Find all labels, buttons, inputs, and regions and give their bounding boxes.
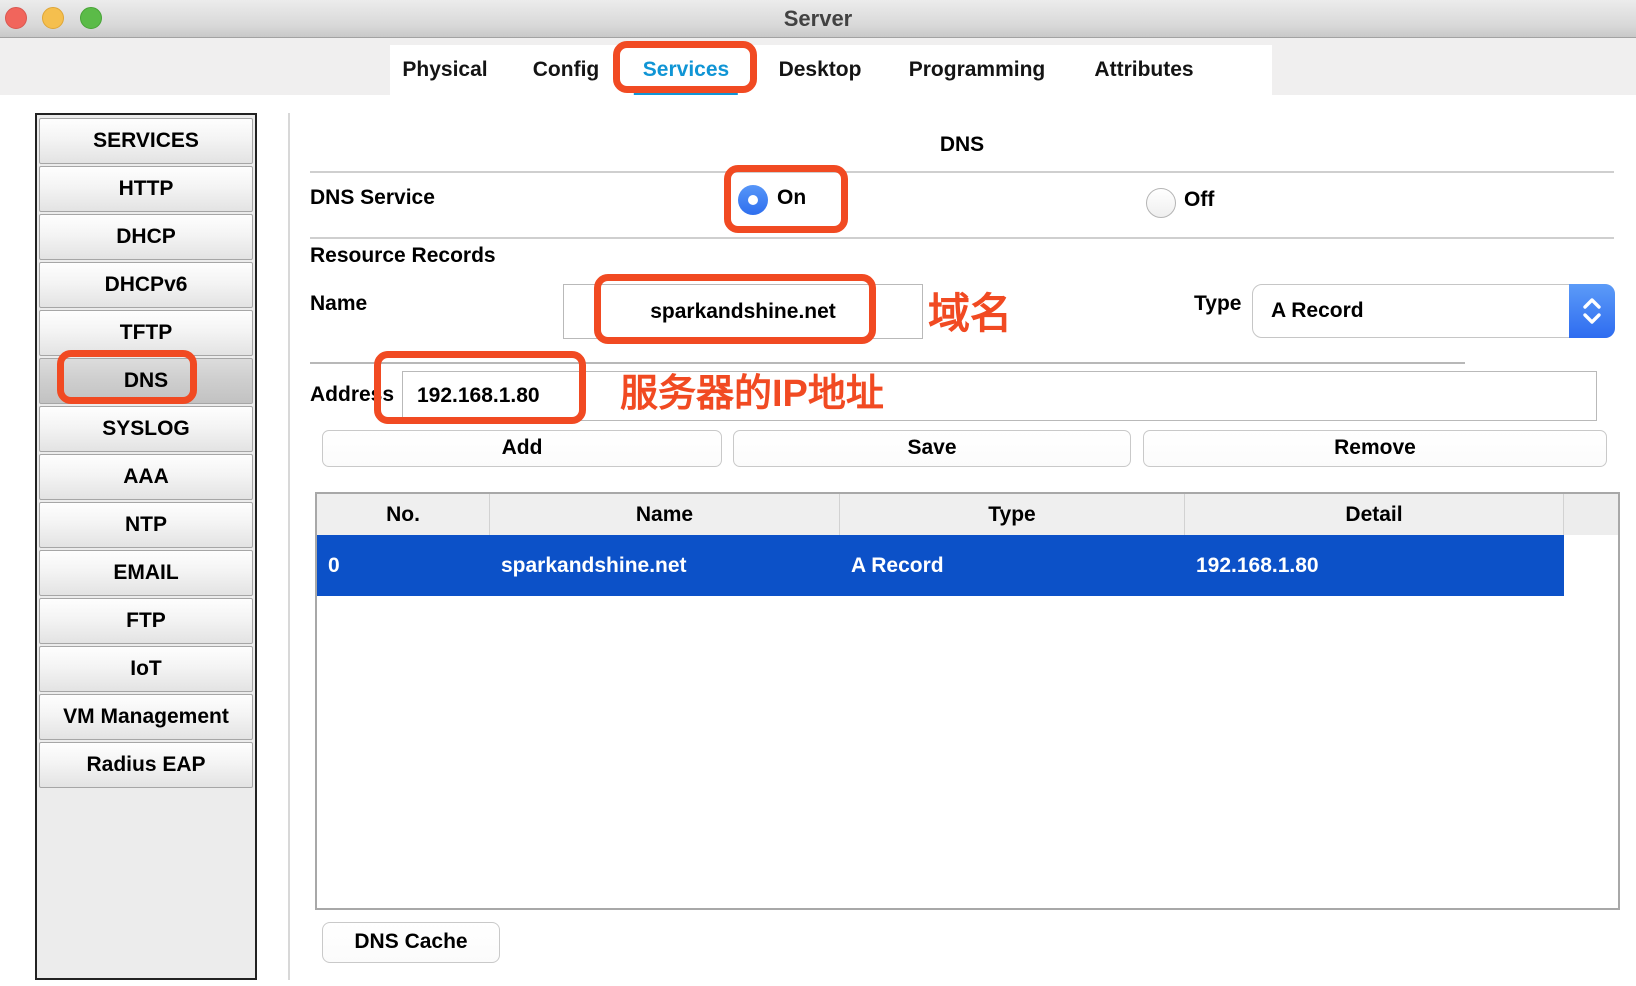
resource-records-label: Resource Records: [310, 244, 496, 268]
dns-service-off-label: Off: [1184, 188, 1214, 212]
table-row[interactable]: 0sparkandshine.netA Record192.168.1.80: [317, 535, 1618, 596]
remove-button[interactable]: Remove: [1143, 430, 1607, 467]
select-stepper-cap: [1569, 284, 1615, 338]
dns-cache-button[interactable]: DNS Cache: [322, 922, 500, 963]
radio-dot: [748, 195, 758, 205]
row-cell-type[interactable]: A Record: [840, 535, 1185, 596]
dns-service-label: DNS Service: [310, 186, 435, 210]
add-button[interactable]: Add: [322, 430, 722, 467]
column-header-no[interactable]: No.: [317, 494, 490, 535]
divider-line: [310, 171, 1614, 173]
resource-records-table: No.NameTypeDetail 0sparkandshine.netA Re…: [315, 492, 1620, 910]
tab-attributes[interactable]: Attributes: [1094, 45, 1193, 95]
dns-service-on-radio[interactable]: [738, 185, 768, 215]
sidebar-item-email[interactable]: EMAIL: [39, 550, 253, 596]
dns-service-on-label: On: [777, 186, 806, 210]
dns-service-off-radio[interactable]: [1146, 188, 1176, 218]
sidebar-item-ntp[interactable]: NTP: [39, 502, 253, 548]
type-label: Type: [1194, 292, 1241, 316]
sidebar-item-tftp[interactable]: TFTP: [39, 310, 253, 356]
row-cell-no[interactable]: 0: [317, 535, 490, 596]
sidebar-item-iot[interactable]: IoT: [39, 646, 253, 692]
row-cell-detail[interactable]: 192.168.1.80: [1185, 535, 1564, 596]
sidebar-item-syslog[interactable]: SYSLOG: [39, 406, 253, 452]
row-cell-name[interactable]: sparkandshine.net: [490, 535, 840, 596]
sidebar-item-dhcpv6[interactable]: DHCPv6: [39, 262, 253, 308]
title-bar: Server: [0, 0, 1636, 38]
address-label: Address: [310, 383, 394, 407]
tab-physical[interactable]: Physical: [402, 45, 487, 95]
dns-panel-heading: DNS: [310, 133, 1614, 157]
panel-divider: [288, 113, 290, 980]
sidebar-item-radius-eap[interactable]: Radius EAP: [39, 742, 253, 788]
sidebar-item-dhcp[interactable]: DHCP: [39, 214, 253, 260]
address-input[interactable]: 192.168.1.80: [402, 371, 1597, 421]
column-header-type[interactable]: Type: [840, 494, 1185, 535]
sidebar-item-dns[interactable]: DNS: [39, 358, 253, 404]
sidebar-item-http[interactable]: HTTP: [39, 166, 253, 212]
window-title: Server: [0, 0, 1636, 37]
column-header-detail[interactable]: Detail: [1185, 494, 1564, 535]
tab-services[interactable]: Services: [643, 45, 729, 95]
tab-desktop[interactable]: Desktop: [779, 45, 862, 95]
name-input[interactable]: sparkandshine.net: [563, 284, 923, 339]
services-sidebar: SERVICESHTTPDHCPDHCPv6TFTPDNSSYSLOGAAANT…: [35, 113, 257, 980]
divider-line: [310, 237, 1614, 239]
table-header-row: No.NameTypeDetail: [317, 494, 1618, 535]
row-cell-filler: [1564, 535, 1618, 596]
column-header-filler: [1564, 494, 1618, 535]
record-type-value: A Record: [1271, 285, 1364, 337]
save-button[interactable]: Save: [733, 430, 1131, 467]
sidebar-item-ftp[interactable]: FTP: [39, 598, 253, 644]
tab-bar: Physical Config Services Desktop Programming…: [390, 45, 1272, 95]
chevron-up-down-icon: [1581, 296, 1603, 326]
annotation-text-domain: 域名: [928, 280, 1012, 341]
sidebar-item-vm-management[interactable]: VM Management: [39, 694, 253, 740]
tab-programming[interactable]: Programming: [909, 45, 1046, 95]
divider-line: [310, 362, 1465, 364]
sidebar-item-aaa[interactable]: AAA: [39, 454, 253, 500]
name-label: Name: [310, 292, 367, 316]
tab-config[interactable]: Config: [533, 45, 599, 95]
column-header-name[interactable]: Name: [490, 494, 840, 535]
sidebar-item-services[interactable]: SERVICES: [39, 118, 253, 164]
record-type-select[interactable]: A Record: [1252, 284, 1615, 338]
